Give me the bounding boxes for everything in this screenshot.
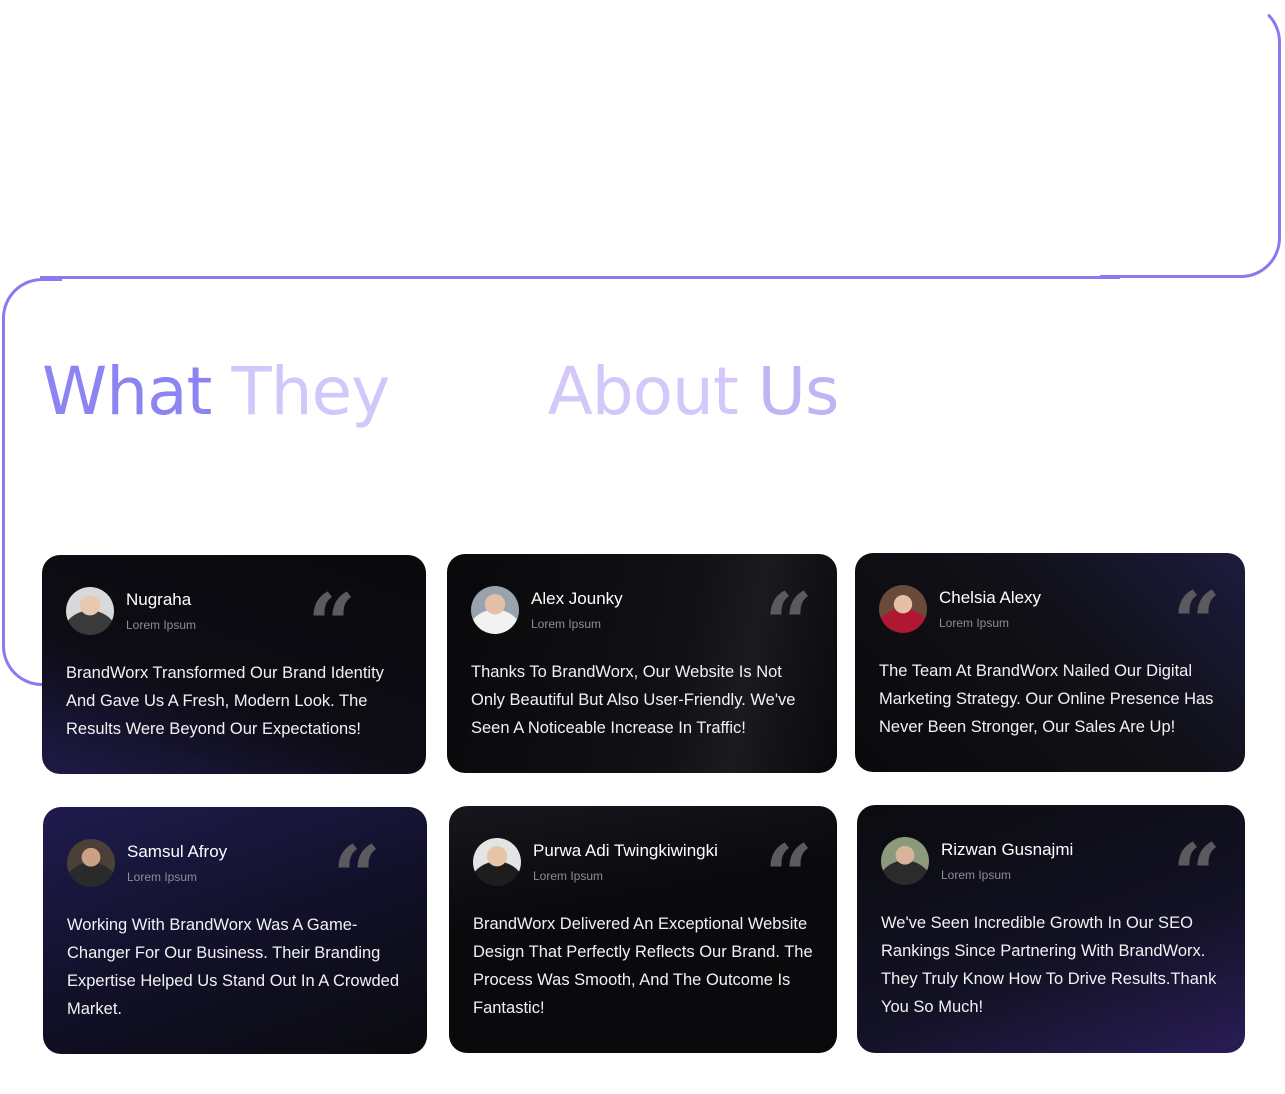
testimonial-role: Lorem Ipsum <box>533 869 604 883</box>
testimonial-role: Lorem Ipsum <box>531 617 602 631</box>
heading-part: They <box>231 353 390 430</box>
testimonial-header: Chelsia Alexy Lorem Ipsum “ <box>879 581 1221 665</box>
quote-icon: “ <box>764 826 813 925</box>
testimonial-name: Chelsia Alexy <box>939 588 1042 607</box>
testimonial-text: Working With BrandWorx Was A Game-Change… <box>67 916 400 1018</box>
testimonial-header: Purwa Adi Twingkiwingki Lorem Ipsum “ <box>473 834 813 918</box>
testimonial-name: Samsul Afroy <box>127 842 228 861</box>
quote-icon: “ <box>764 574 813 673</box>
avatar <box>471 586 519 634</box>
avatar <box>66 587 114 635</box>
testimonial-header: Alex Jounky Lorem Ipsum “ <box>471 582 813 666</box>
decorative-outline-top <box>1100 2 1281 278</box>
avatar <box>67 839 115 887</box>
testimonial-card: Purwa Adi Twingkiwingki Lorem Ipsum “ Br… <box>449 806 837 1053</box>
testimonial-text: Thanks To BrandWorx, Our Website Is Not … <box>471 663 796 737</box>
testimonial-header: Nugraha Lorem Ipsum “ <box>66 583 402 667</box>
quote-icon: “ <box>1172 825 1221 924</box>
testimonial-card: Samsul Afroy Lorem Ipsum “ Working With … <box>43 807 427 1054</box>
testimonial-card: Chelsia Alexy Lorem Ipsum “ The Team At … <box>855 553 1245 772</box>
avatar <box>881 837 929 885</box>
testimonial-header: Rizwan Gusnajmi Lorem Ipsum “ <box>881 833 1221 917</box>
avatar <box>879 585 927 633</box>
heading-part: Say <box>389 353 548 430</box>
testimonial-card: Rizwan Gusnajmi Lorem Ipsum “ We've Seen… <box>857 805 1245 1053</box>
decorative-line <box>40 276 1120 279</box>
testimonial-card: Alex Jounky Lorem Ipsum “ Thanks To Bran… <box>447 554 837 773</box>
testimonial-role: Lorem Ipsum <box>941 868 1012 882</box>
testimonial-name: Purwa Adi Twingkiwingki <box>533 841 718 860</box>
testimonial-text: BrandWorx Delivered An Exceptional Websi… <box>473 915 813 1017</box>
testimonial-role: Lorem Ipsum <box>126 618 197 632</box>
quote-icon: “ <box>307 575 356 674</box>
quote-icon: “ <box>332 827 381 926</box>
heading-part: What <box>42 353 232 430</box>
heading-part: Us <box>737 353 840 430</box>
testimonial-name: Rizwan Gusnajmi <box>941 840 1074 859</box>
quote-icon: “ <box>1172 573 1221 672</box>
testimonial-text: We've Seen Incredible Growth In Our SEO … <box>881 914 1217 1016</box>
heading-part: About <box>547 353 739 430</box>
testimonial-card: Nugraha Lorem Ipsum “ BrandWorx Transfor… <box>42 555 426 774</box>
testimonial-role: Lorem Ipsum <box>127 870 198 884</box>
testimonial-name: Alex Jounky <box>531 589 623 608</box>
testimonial-role: Lorem Ipsum <box>939 616 1010 630</box>
testimonial-header: Samsul Afroy Lorem Ipsum “ <box>67 835 403 919</box>
testimonial-name: Nugraha <box>126 590 192 609</box>
section-heading: What They Say About Us <box>42 352 840 432</box>
avatar <box>473 838 521 886</box>
testimonial-text: The Team At BrandWorx Nailed Our Digital… <box>879 662 1214 736</box>
